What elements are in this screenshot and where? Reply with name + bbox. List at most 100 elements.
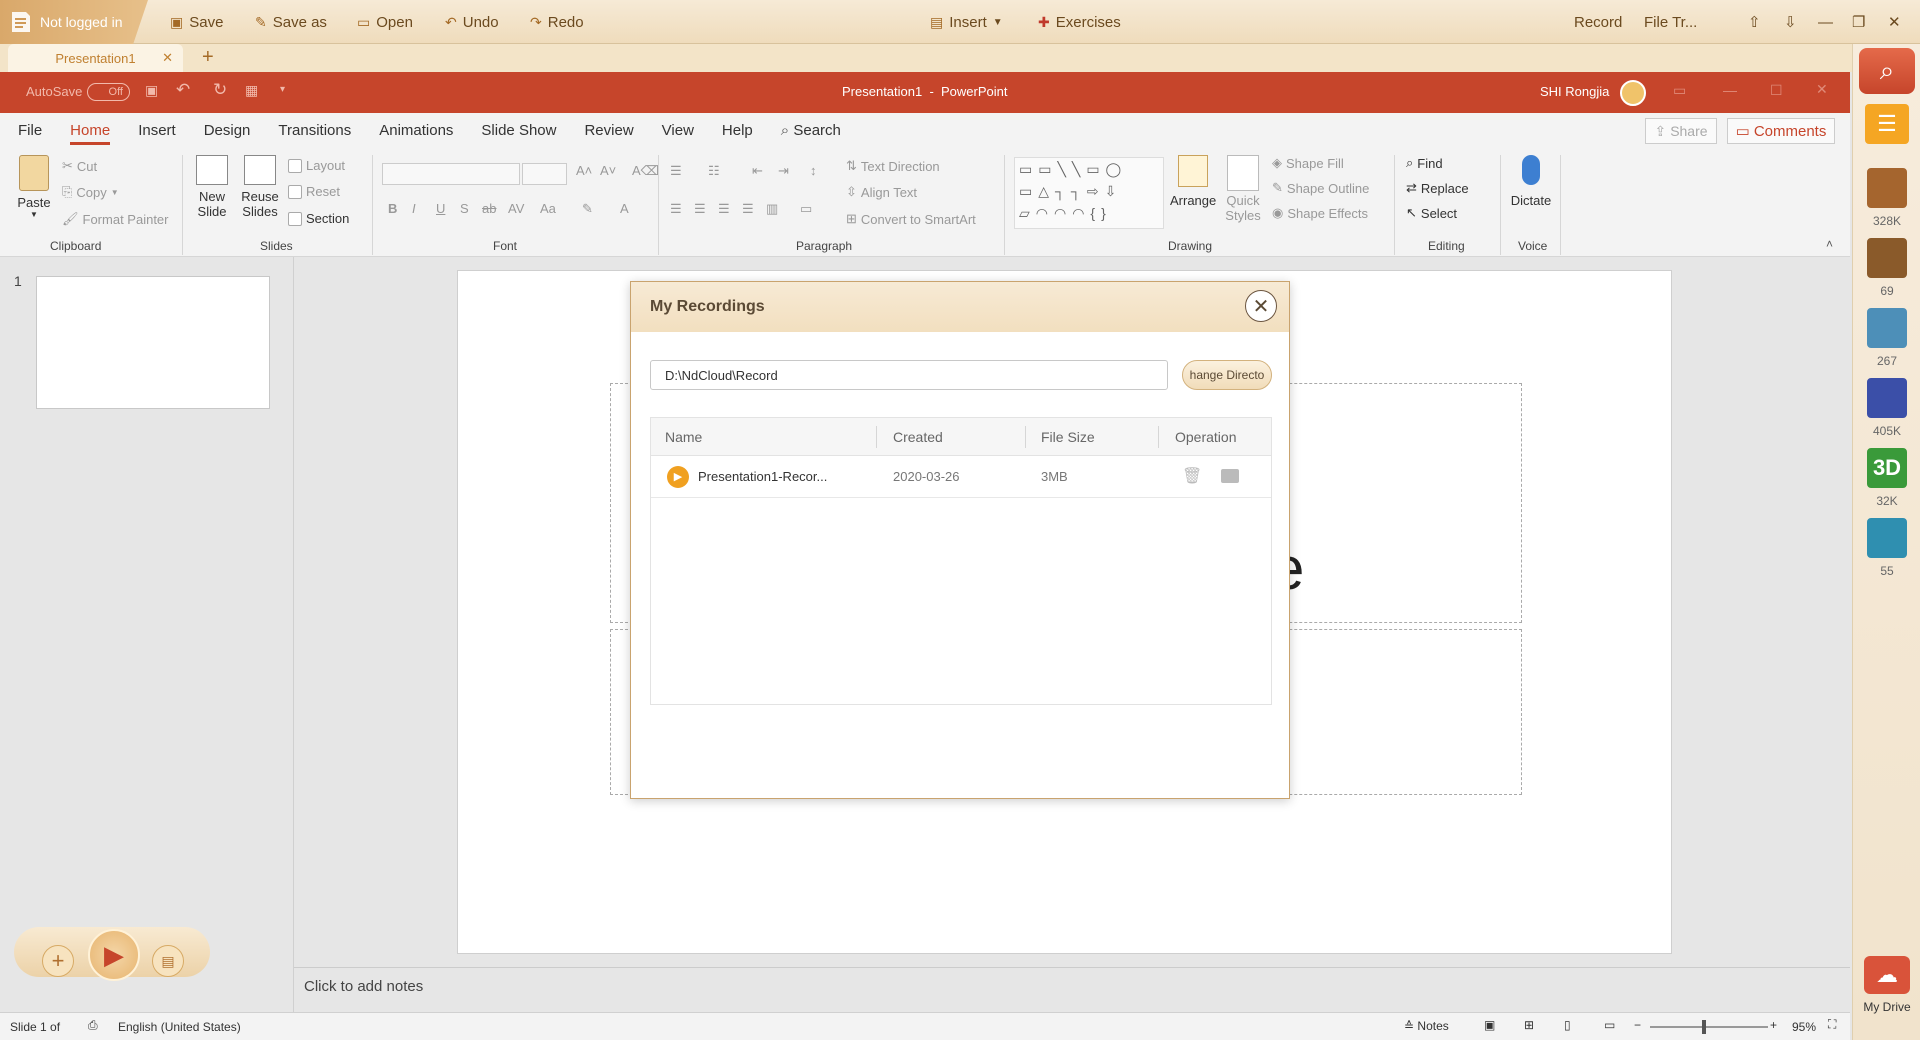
text-box-icon[interactable]: ▭	[800, 201, 812, 217]
tab-presentation1[interactable]: Presentation1 ✕	[8, 44, 183, 72]
highlight-icon[interactable]: ✎	[582, 201, 593, 217]
zoom-level[interactable]: 95%	[1792, 1020, 1816, 1034]
increase-indent-icon[interactable]: ⇥	[778, 163, 789, 179]
folder-icon[interactable]	[1221, 469, 1239, 483]
columns-icon[interactable]: ▥	[766, 201, 778, 217]
cut-button[interactable]: ✂ Cut	[62, 158, 97, 174]
recordings-icon[interactable]: ▤	[152, 945, 184, 977]
play-recording-icon[interactable]: ▶	[667, 466, 689, 488]
new-tab-icon[interactable]: +	[202, 46, 214, 69]
tab-close-icon[interactable]: ✕	[162, 50, 173, 66]
notes-pane[interactable]: Click to add notes	[294, 967, 1850, 1012]
autosave-toggle[interactable]: Off	[87, 83, 130, 101]
trash-icon[interactable]: 🗑	[1182, 466, 1202, 486]
reuse-slides-button[interactable]: Reuse Slides	[238, 155, 282, 219]
copy-button[interactable]: ⎘ Copy ▼	[62, 184, 119, 200]
close-icon[interactable]: ✕	[1888, 0, 1901, 44]
shape-effects-button[interactable]: ◉ Shape Effects	[1272, 205, 1368, 221]
slideshow-icon[interactable]: ▭	[1604, 1018, 1615, 1032]
slide-thumbnail[interactable]	[36, 276, 270, 409]
avatar[interactable]	[1620, 80, 1646, 106]
save-as-button[interactable]: ✎ Save as	[255, 0, 327, 44]
tab-animations[interactable]: Animations	[365, 113, 467, 149]
line-spacing-icon[interactable]: ↕	[810, 163, 817, 178]
exercises-button[interactable]: ✚ Exercises	[1038, 0, 1121, 44]
reset-button[interactable]: Reset	[288, 184, 340, 199]
align-center-icon[interactable]: ☰	[694, 201, 706, 217]
section-button[interactable]: Section	[288, 211, 349, 226]
collapse-ribbon-icon[interactable]: ˄	[1826, 237, 1833, 251]
open-button[interactable]: ▭ Open	[357, 0, 413, 44]
zoom-in-icon[interactable]: +	[1770, 1018, 1777, 1032]
dictate-button[interactable]: Dictate	[1508, 155, 1554, 208]
numbering-icon[interactable]: ☷	[708, 163, 720, 179]
save-icon[interactable]: ▣	[145, 82, 158, 99]
slide-sorter-icon[interactable]: ⊞	[1524, 1018, 1534, 1032]
replace-button[interactable]: ⇄ Replace	[1406, 180, 1469, 196]
tab-view[interactable]: View	[648, 113, 708, 149]
font-color-icon[interactable]: A	[620, 201, 629, 216]
insert-menu[interactable]: ▤ Insert ▼	[930, 0, 1003, 44]
tab-transitions[interactable]: Transitions	[264, 113, 365, 149]
media-icon[interactable]	[1867, 308, 1907, 348]
record-button[interactable]: Record	[1574, 0, 1622, 44]
quick-styles-button[interactable]: Quick Styles	[1220, 155, 1266, 223]
video-icon[interactable]	[1867, 378, 1907, 418]
justify-icon[interactable]: ☰	[742, 201, 754, 217]
undo-button[interactable]: ↶ Undo	[445, 0, 499, 44]
redo-button[interactable]: ↷ Redo	[530, 0, 584, 44]
tab-file[interactable]: File	[4, 113, 56, 149]
list-icon[interactable]: ☰	[1865, 104, 1909, 144]
save-button[interactable]: ▣ Save	[170, 0, 223, 44]
bold-icon[interactable]: B	[388, 201, 397, 216]
increase-font-icon[interactable]: A˄	[576, 163, 592, 178]
directory-path-input[interactable]	[650, 360, 1168, 390]
find-button[interactable]: ⌕ Find	[1406, 155, 1443, 171]
shape-fill-button[interactable]: ◈ Shape Fill	[1272, 155, 1344, 171]
search-icon[interactable]: ⌕	[1859, 48, 1915, 94]
3d-icon[interactable]: 3D	[1867, 448, 1907, 488]
tab-review[interactable]: Review	[570, 113, 647, 149]
tab-insert[interactable]: Insert	[124, 113, 190, 149]
add-icon[interactable]: +	[42, 945, 74, 977]
textbook-icon[interactable]	[1867, 168, 1907, 208]
download-icon[interactable]: ⇩	[1784, 0, 1797, 44]
underline-icon[interactable]: U	[436, 201, 445, 216]
char-spacing-icon[interactable]: AV	[508, 201, 524, 216]
ribbon-display-icon[interactable]: ▭	[1673, 82, 1686, 99]
italic-icon[interactable]: I	[412, 201, 416, 216]
upload-icon[interactable]: ⇧	[1748, 0, 1761, 44]
courseware-icon[interactable]	[1867, 238, 1907, 278]
dialog-close-button[interactable]: ✕	[1245, 290, 1277, 322]
font-name-select[interactable]	[382, 163, 520, 185]
select-button[interactable]: ↖ Select	[1406, 205, 1457, 221]
my-drive-button[interactable]: ☁ My Drive	[1857, 956, 1917, 1022]
file-transfer-button[interactable]: File Tr...	[1644, 0, 1697, 44]
align-left-icon[interactable]: ☰	[670, 201, 682, 217]
arrange-button[interactable]: Arrange	[1170, 155, 1216, 208]
text-direction-button[interactable]: ⇅ Text Direction	[846, 158, 940, 174]
paste-button[interactable]: Paste ▼	[14, 155, 54, 219]
comments-button[interactable]: ▭ Comments	[1727, 118, 1835, 144]
redo-icon[interactable]: ↻	[213, 80, 227, 100]
align-text-button[interactable]: ⇳ Align Text	[846, 184, 917, 200]
tab-home[interactable]: Home	[56, 113, 124, 149]
tab-help[interactable]: Help	[708, 113, 767, 149]
present-icon[interactable]: ▦	[245, 82, 258, 99]
fit-slide-icon[interactable]: ⛶	[1828, 1017, 1836, 1032]
share-button[interactable]: ⇪ Share	[1645, 118, 1717, 144]
undo-icon[interactable]: ↶	[176, 80, 190, 100]
decrease-font-icon[interactable]: A˅	[600, 163, 616, 178]
notes-button[interactable]: ≙ Notes	[1404, 1019, 1449, 1033]
restore-icon[interactable]: ❐	[1852, 0, 1865, 44]
maximize-icon[interactable]: ☐	[1770, 82, 1783, 99]
shapes-gallery[interactable]: ▭▭╲╲▭◯ ▭△┐┐⇨⇩ ▱◠◠◠{}	[1014, 157, 1164, 229]
shadow-icon[interactable]: S	[460, 201, 469, 216]
minimize-icon[interactable]: —	[1818, 0, 1833, 44]
zoom-slider-thumb[interactable]	[1702, 1020, 1706, 1034]
zoom-slider[interactable]	[1650, 1020, 1768, 1034]
format-painter-button[interactable]: 🖌 Format Painter	[62, 211, 169, 227]
play-icon[interactable]: ▶	[88, 929, 140, 981]
search-box[interactable]: ⌕ Search	[767, 113, 855, 149]
convert-smartart-button[interactable]: ⊞ Convert to SmartArt	[846, 211, 976, 227]
